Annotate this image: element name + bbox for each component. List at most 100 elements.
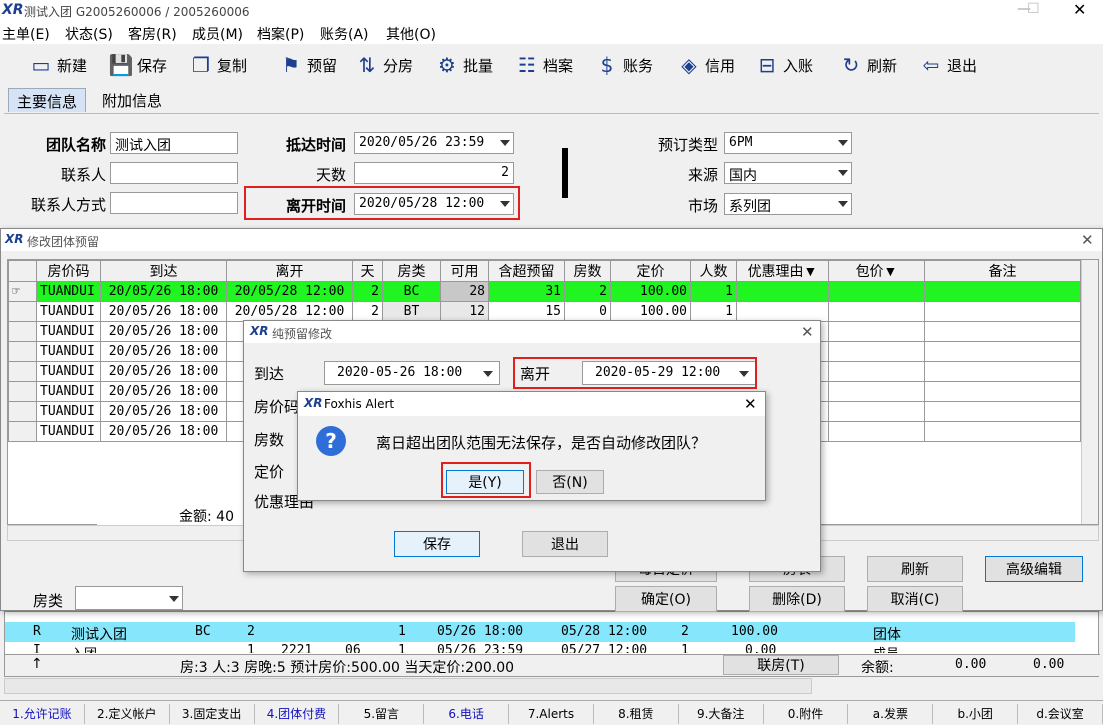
function-key[interactable]: 9.大备注 xyxy=(679,704,764,724)
advanced-edit-button[interactable]: 高级编辑 xyxy=(985,556,1083,582)
toolbar-button-profile[interactable]: ☷ 档案 xyxy=(514,50,573,80)
function-key[interactable]: 8.租赁 xyxy=(594,704,679,724)
cell[interactable]: 20/05/26 18:00 xyxy=(100,361,227,382)
cell[interactable]: TUANDUI xyxy=(36,321,101,342)
arrival-picker[interactable]: 2020-05-26 18:00 xyxy=(324,361,500,385)
toolbar-button-credit[interactable]: ◈ 信用 xyxy=(676,50,735,80)
maximize-icon[interactable]: ☐ xyxy=(1027,1,1040,17)
cell[interactable]: TUANDUI xyxy=(36,361,101,382)
function-key[interactable]: 2.定义帐户 xyxy=(85,704,170,724)
cell[interactable] xyxy=(924,421,1081,442)
join-room-button[interactable]: 联房(T) xyxy=(723,655,839,675)
menu-item[interactable]: 账务(A) xyxy=(320,24,369,44)
cell[interactable] xyxy=(828,401,925,422)
cell[interactable]: TUANDUI xyxy=(36,401,101,422)
function-key[interactable]: a.发票 xyxy=(848,704,934,724)
chevron-down-icon[interactable] xyxy=(483,371,493,377)
cell[interactable] xyxy=(828,321,925,342)
cell[interactable]: TUANDUI xyxy=(36,381,101,402)
toolbar-button-new[interactable]: ▭ 新建 xyxy=(28,50,87,80)
cell[interactable]: 28 xyxy=(440,281,489,302)
contact-field[interactable] xyxy=(110,162,238,184)
cell[interactable] xyxy=(924,401,1081,422)
cell[interactable]: 2 xyxy=(564,281,611,302)
menu-item[interactable]: 其他(O) xyxy=(386,24,436,44)
function-key[interactable]: 3.固定支出 xyxy=(170,704,255,724)
cell[interactable] xyxy=(924,301,1081,322)
cell[interactable]: 0 xyxy=(564,301,611,322)
cell[interactable]: 100.00 xyxy=(610,301,691,322)
column-header[interactable]: 可用 xyxy=(440,260,489,282)
tab-extra-info[interactable]: 附加信息 xyxy=(94,88,170,112)
close-icon[interactable]: ✕ xyxy=(1073,0,1086,19)
cell[interactable]: 2 xyxy=(352,301,383,322)
cell[interactable] xyxy=(924,281,1081,302)
cell[interactable]: BC xyxy=(382,281,441,302)
close-icon[interactable]: ✕ xyxy=(801,323,814,341)
cell[interactable]: 100.00 xyxy=(610,281,691,302)
chevron-down-icon[interactable] xyxy=(838,201,848,207)
days-field[interactable]: 2 xyxy=(354,162,514,184)
cell[interactable]: 12 xyxy=(440,301,489,322)
horizontal-scrollbar[interactable] xyxy=(4,678,812,694)
cell[interactable] xyxy=(736,281,829,302)
cell[interactable]: 20/05/26 18:00 xyxy=(100,341,227,362)
toolbar-button-save[interactable]: 💾 保存 xyxy=(108,50,167,80)
cell[interactable]: TUANDUI xyxy=(36,281,101,302)
function-key[interactable]: b.小团 xyxy=(933,704,1019,724)
menu-item[interactable]: 档案(P) xyxy=(257,24,304,44)
cell[interactable]: TUANDUI xyxy=(36,301,101,322)
exit-button[interactable]: 退出 xyxy=(522,531,608,557)
chevron-down-icon[interactable] xyxy=(838,170,848,176)
toolbar-button-assign-room[interactable]: ⇅ 分房 xyxy=(354,50,413,80)
column-header[interactable]: 包价▼ xyxy=(828,260,925,282)
function-key[interactable]: 7.Alerts xyxy=(509,704,594,724)
contact-method-field[interactable] xyxy=(110,192,238,214)
chevron-down-icon[interactable] xyxy=(500,140,510,146)
function-key[interactable]: 4.团体付费 xyxy=(255,704,340,724)
column-header[interactable]: 备注 xyxy=(924,260,1081,282)
market-select[interactable]: 系列团 xyxy=(724,193,852,215)
cell[interactable]: 20/05/26 18:00 xyxy=(100,421,227,442)
function-key[interactable]: 5.留言 xyxy=(339,704,425,724)
table-row[interactable]: TUANDUI 20/05/26 18:00 20/05/28 12:00 2 BT 12… xyxy=(8,301,1081,322)
cell[interactable]: 15 xyxy=(488,301,565,322)
toolbar-button-post[interactable]: ⊟ 入账 xyxy=(754,50,813,80)
cell[interactable] xyxy=(828,421,925,442)
cell[interactable] xyxy=(924,361,1081,382)
table-row[interactable]: I 入团 1 2221 06 1 05/26 23:59 05/27 12:00… xyxy=(5,643,1075,653)
cell[interactable] xyxy=(828,281,925,302)
cell[interactable]: TUANDUI xyxy=(36,341,101,362)
cell[interactable]: 31 xyxy=(488,281,565,302)
cell[interactable] xyxy=(924,381,1081,402)
vertical-scrollbar[interactable] xyxy=(1081,260,1098,524)
toolbar-button-refresh[interactable]: ↻ 刷新 xyxy=(838,50,897,80)
cell[interactable] xyxy=(924,321,1081,342)
toolbar-button-reserve[interactable]: ⚑ 预留 xyxy=(278,50,337,80)
save-button[interactable]: 保存 xyxy=(394,531,480,557)
toolbar-button-copy[interactable]: ❐ 复制 xyxy=(188,50,247,80)
column-header[interactable]: 含超预留 xyxy=(488,260,565,282)
menu-item[interactable]: 主单(E) xyxy=(2,24,50,44)
column-header[interactable]: 房数 xyxy=(564,260,611,282)
cell[interactable]: 1 xyxy=(690,281,737,302)
toolbar-button-accounts[interactable]: $ 账务 xyxy=(594,50,653,80)
column-header[interactable]: 定价 xyxy=(610,260,691,282)
column-header[interactable]: 人数 xyxy=(690,260,737,282)
menu-item[interactable]: 状态(S) xyxy=(65,24,113,44)
cell[interactable]: 20/05/26 18:00 xyxy=(100,401,227,422)
cell[interactable] xyxy=(828,301,925,322)
refresh-button[interactable]: 刷新 xyxy=(867,556,963,582)
close-icon[interactable]: ✕ xyxy=(744,395,757,413)
toolbar-button-exit[interactable]: ⇦ 退出 xyxy=(918,50,977,80)
menu-item[interactable]: 客房(R) xyxy=(128,24,177,44)
confirm-button[interactable]: 确定(O) xyxy=(615,586,717,612)
cell[interactable] xyxy=(828,361,925,382)
cell[interactable]: TUANDUI xyxy=(36,421,101,442)
cell[interactable]: 20/05/26 18:00 xyxy=(100,281,227,302)
delete-button[interactable]: 删除(D) xyxy=(749,586,845,612)
close-icon[interactable]: ✕ xyxy=(1081,231,1094,249)
room-type-select[interactable] xyxy=(75,586,183,610)
column-header[interactable]: 离开 xyxy=(226,260,353,282)
menu-item[interactable]: 成员(M) xyxy=(192,24,243,44)
